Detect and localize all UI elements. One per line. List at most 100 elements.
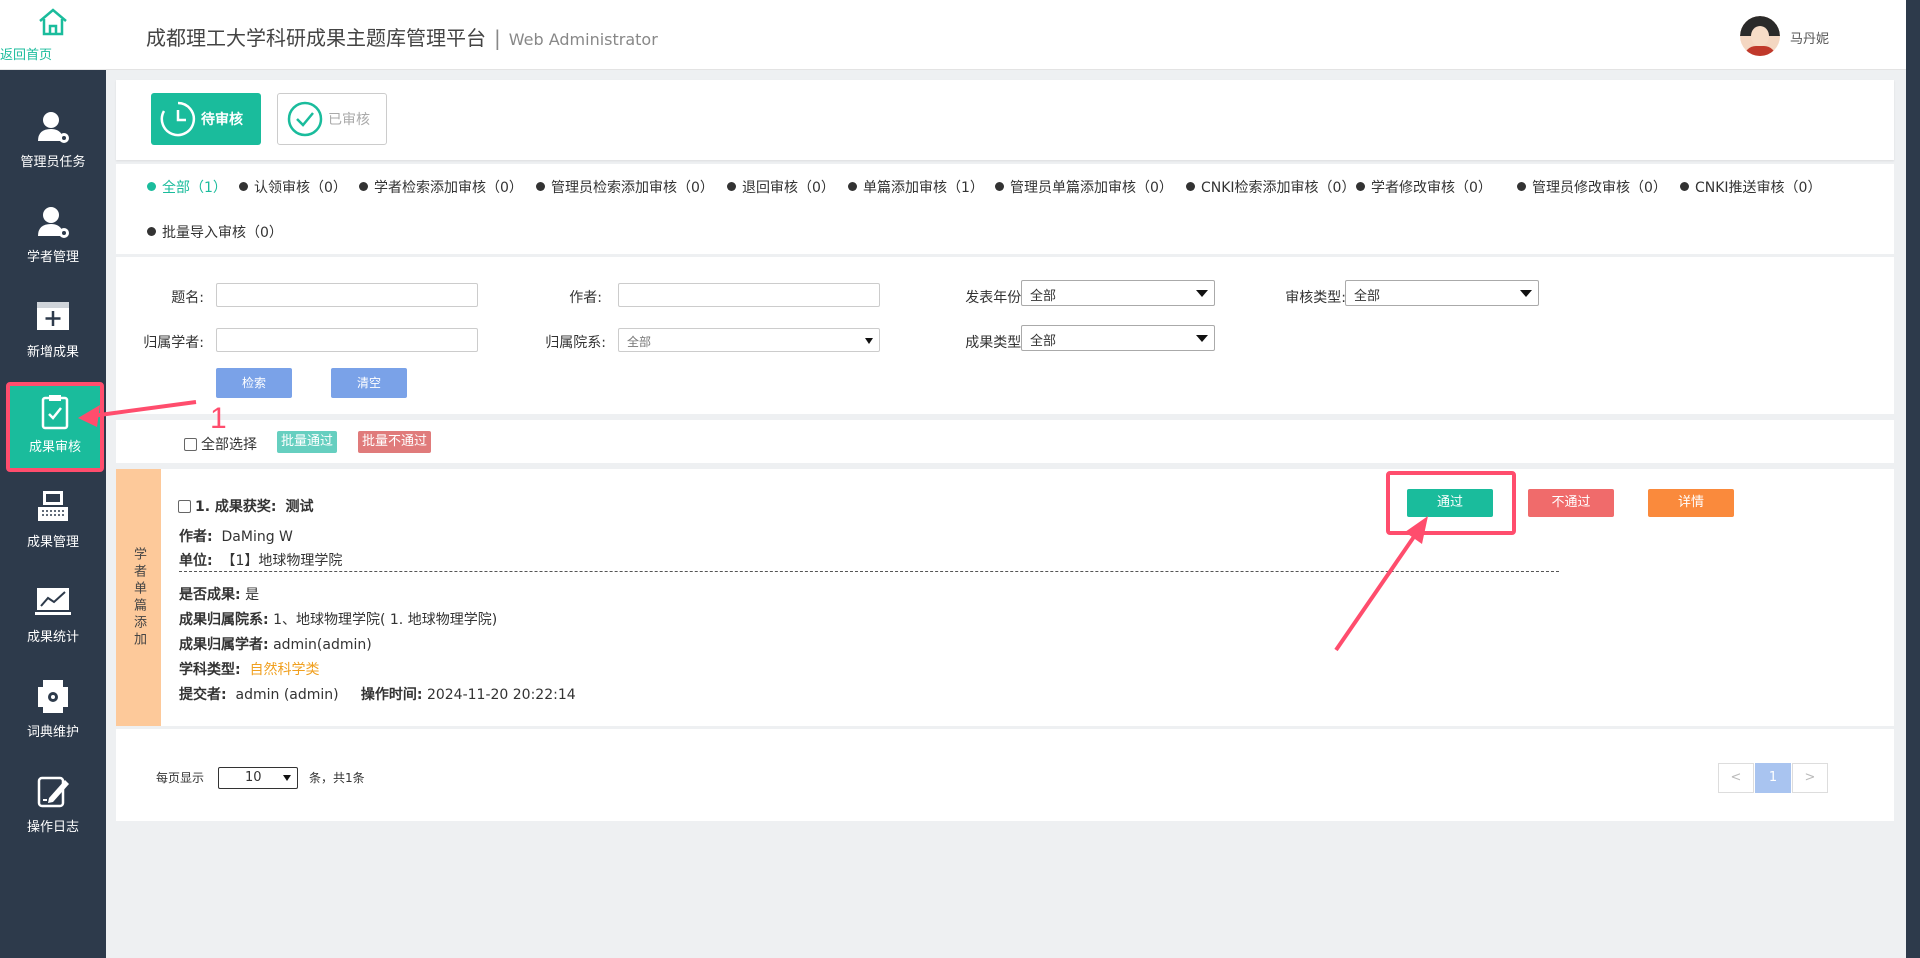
sidebar-item-label: 成果管理 [26, 535, 79, 550]
dot-icon [359, 182, 368, 191]
next-page-button[interactable]: > [1792, 763, 1828, 793]
submitter-label: 提交者: [179, 687, 227, 703]
record-is-result: 是否成果: 是 [179, 584, 259, 604]
dot-icon [239, 182, 248, 191]
per-page-label: 每页显示 [156, 771, 205, 785]
sidebar-item-label: 学者管理 [26, 250, 79, 265]
dropdown-arrow-icon [1520, 290, 1532, 297]
dropdown-arrow-icon [865, 338, 873, 344]
dept-label: 归属院系: [545, 335, 606, 351]
detail-button[interactable]: 详情 [1648, 489, 1734, 517]
clock-icon [160, 101, 196, 137]
username[interactable]: 马丹妮 [1790, 28, 1829, 47]
dept-label: 成果归属院系: [179, 612, 269, 628]
scholar-input[interactable] [216, 328, 478, 352]
scrollbar[interactable] [1906, 0, 1920, 958]
tab-pending[interactable]: 待审核 [151, 93, 261, 145]
dot-icon [1517, 182, 1526, 191]
record-type-label: 学者单篇添加 [131, 546, 146, 649]
filter-tab-cnki-search[interactable]: CNKI检索添加审核（0） [1186, 177, 1355, 197]
is-result-label: 是否成果: [179, 587, 241, 603]
year-label: 发表年份: [965, 290, 1026, 306]
audit-type-select[interactable]: 全部 [1345, 280, 1539, 306]
filter-tab-all[interactable]: 全部（1） [147, 177, 227, 197]
dictionary-icon [38, 680, 68, 713]
result-type-select[interactable]: 全部 [1021, 325, 1215, 351]
sidebar-item-dictionary[interactable]: 词典维护 [0, 665, 106, 755]
dept-select[interactable]: 全部 [618, 328, 880, 352]
filter-tab-batch-import[interactable]: 批量导入审核（0） [147, 222, 283, 242]
year-select[interactable]: 全部 [1021, 280, 1215, 306]
filter-tab-scholar-edit[interactable]: 学者修改审核（0） [1356, 177, 1492, 197]
home-link[interactable]: 返回首页 [0, 0, 106, 70]
filter-tab-claim[interactable]: 认领审核（0） [239, 177, 347, 197]
audit-type-label: 审核类型: [1285, 290, 1346, 306]
sidebar-item-statistics[interactable]: 成果统计 [0, 570, 106, 660]
title-input[interactable] [216, 283, 478, 307]
reject-button[interactable]: 不通过 [1528, 489, 1614, 517]
per-page-value: 10 [245, 770, 262, 785]
sidebar-item-admin-task[interactable]: 管理员任务 [0, 95, 106, 185]
year-select-value: 全部 [1030, 289, 1057, 304]
submitter-value: admin (admin) [235, 687, 339, 703]
author-input[interactable] [618, 283, 880, 307]
clear-button[interactable]: 清空 [331, 368, 407, 398]
page-1-button[interactable]: 1 [1755, 763, 1791, 793]
sidebar-item-result-manage[interactable]: 成果管理 [0, 475, 106, 565]
dot-icon [147, 182, 156, 191]
filter-tab-admin-search[interactable]: 管理员检索添加审核（0） [536, 177, 714, 197]
filter-tab-cnki-push[interactable]: CNKI推送审核（0） [1680, 177, 1821, 197]
keyboard-icon [38, 491, 68, 521]
dot-icon [727, 182, 736, 191]
top-header: 成都理工大学科研成果主题库管理平台 | Web Administrator 马丹妮 [106, 0, 1912, 70]
per-page-select[interactable]: 10 [218, 767, 298, 789]
sidebar-item-result-audit[interactable]: 成果审核 [6, 382, 104, 472]
filter-tab-single[interactable]: 单篇添加审核（1） [848, 177, 984, 197]
subject-value: 自然科学类 [249, 662, 320, 678]
subject-label: 学科类型: [179, 662, 241, 678]
app-title: 成都理工大学科研成果主题库管理平台 | Web Administrator [146, 22, 658, 51]
check-circle-icon [287, 101, 323, 137]
search-panel: 题名: 作者: 发表年份: 全部 审核类型: 全部 归属学者: 归属院系: 全部… [116, 257, 1894, 414]
unit-value: 【1】地球物理学院 [221, 553, 343, 569]
record-title-prefix: 1. 成果获奖: [195, 499, 277, 515]
select-all-checkbox[interactable] [184, 438, 197, 451]
chart-icon [35, 588, 71, 615]
dot-icon [848, 182, 857, 191]
select-all[interactable]: 全部选择 [184, 434, 257, 454]
batch-reject-button[interactable]: 批量不通过 [358, 431, 432, 453]
scholar-label: 归属学者: [143, 335, 204, 351]
prev-page-button[interactable]: < [1718, 763, 1754, 793]
op-time-label: 操作时间: [360, 687, 423, 703]
sidebar-item-add-result[interactable]: 新增成果 [0, 285, 106, 375]
sidebar-item-label: 操作日志 [26, 820, 79, 835]
record-scholar: 成果归属学者: admin(admin) [179, 634, 372, 654]
sidebar-item-scholar[interactable]: 学者管理 [0, 190, 106, 280]
admin-task-icon [38, 112, 69, 143]
dropdown-arrow-icon [1196, 290, 1208, 297]
sidebar-item-label: 词典维护 [26, 725, 79, 740]
dot-icon [1186, 182, 1195, 191]
status-panel: 待审核 已审核 [116, 80, 1894, 160]
avatar[interactable] [1740, 16, 1780, 56]
record-type-tag: 学者单篇添加 [116, 469, 161, 726]
home-icon [39, 8, 67, 36]
filter-tab-scholar-search[interactable]: 学者检索添加审核（0） [359, 177, 523, 197]
filter-tab-return[interactable]: 退回审核（0） [727, 177, 835, 197]
home-label: 返回首页 [0, 48, 53, 63]
author-label: 作者: [179, 529, 213, 545]
filter-tab-admin-edit[interactable]: 管理员修改审核（0） [1517, 177, 1667, 197]
filter-tabs-panel: 全部（1） 认领审核（0） 学者检索添加审核（0） 管理员检索添加审核（0） 退… [116, 164, 1894, 254]
record-checkbox[interactable] [178, 500, 191, 513]
title-label: 题名: [171, 290, 204, 306]
dot-icon [147, 227, 156, 236]
sidebar-item-op-log[interactable]: 操作日志 [0, 760, 106, 850]
tab-done[interactable]: 已审核 [277, 93, 387, 145]
total-count: 条，共1条 [309, 771, 365, 785]
record-card: 学者单篇添加 1. 成果获奖: 测试 作者: DaMing W 单位: 【1】地… [116, 469, 1894, 726]
search-button[interactable]: 检索 [216, 368, 292, 398]
sidebar-item-label: 管理员任务 [20, 155, 86, 170]
batch-approve-button[interactable]: 批量通过 [277, 431, 338, 453]
dot-icon [1356, 182, 1365, 191]
filter-tab-admin-single[interactable]: 管理员单篇添加审核（0） [995, 177, 1173, 197]
